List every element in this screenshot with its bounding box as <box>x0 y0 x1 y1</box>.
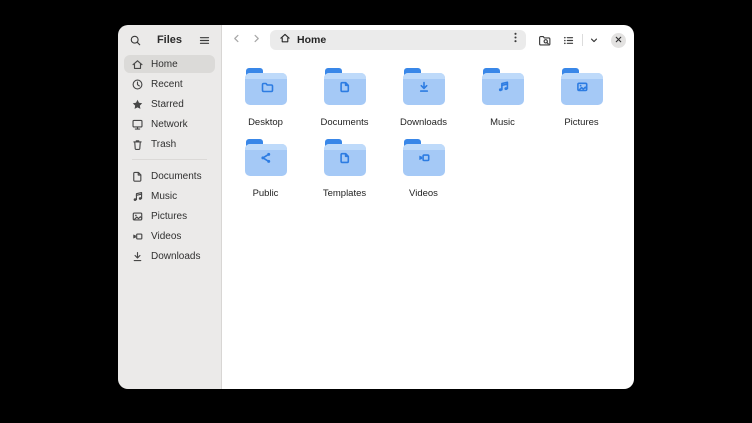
sidebar-item-pictures[interactable]: Pictures <box>124 207 215 225</box>
folder-icon <box>561 68 603 111</box>
sidebar-item-recent[interactable]: Recent <box>124 75 215 93</box>
folder-label: Desktop <box>248 117 283 128</box>
search-button[interactable] <box>125 30 145 50</box>
path-location: Home <box>279 31 501 49</box>
sidebar-item-downloads[interactable]: Downloads <box>124 247 215 265</box>
kebab-menu-icon <box>509 31 522 49</box>
window-title: Files <box>145 34 194 46</box>
sidebar-item-label: Trash <box>151 139 176 150</box>
folder-search-icon <box>538 34 551 47</box>
folder-item-desktop[interactable]: Desktop <box>226 68 305 139</box>
sidebar-item-label: Starred <box>151 99 184 110</box>
header-actions <box>534 30 626 50</box>
sidebar-item-documents[interactable]: Documents <box>124 167 215 185</box>
folder-item-music[interactable]: Music <box>463 68 542 139</box>
view-options-button[interactable] <box>587 30 601 50</box>
sidebar-item-label: Documents <box>151 171 202 182</box>
path-menu-button[interactable] <box>507 32 523 48</box>
chevron-right-icon <box>251 31 262 49</box>
sidebar-item-label: Videos <box>151 231 181 242</box>
sidebar-headerbar: Files <box>118 25 221 55</box>
view-list-button[interactable] <box>558 30 578 50</box>
folder-icon <box>245 68 287 111</box>
folder-label: Downloads <box>400 117 447 128</box>
home-icon <box>279 31 291 49</box>
sidebar-list: Home Recent Starred Network Trash Documents Mu… <box>118 55 221 267</box>
chevron-left-icon <box>231 31 242 49</box>
sidebar-item-network[interactable]: Network <box>124 115 215 133</box>
folder-item-documents[interactable]: Documents <box>305 68 384 139</box>
sidebar-item-starred[interactable]: Starred <box>124 95 215 113</box>
sidebar-item-label: Downloads <box>151 251 200 262</box>
download-icon <box>131 250 144 263</box>
chevron-down-icon <box>589 35 599 45</box>
main-menu-button[interactable] <box>194 30 214 50</box>
clock-icon <box>131 78 144 91</box>
folder-item-pictures[interactable]: Pictures <box>542 68 621 139</box>
folder-icon <box>482 68 524 111</box>
folder-label: Public <box>253 188 279 199</box>
sidebar-item-label: Pictures <box>151 211 187 222</box>
folder-item-downloads[interactable]: Downloads <box>384 68 463 139</box>
folder-icon <box>324 139 366 182</box>
close-button[interactable] <box>611 33 626 48</box>
folder-icon <box>403 139 445 182</box>
music-icon <box>131 190 144 203</box>
network-icon <box>131 118 144 131</box>
sidebar-item-label: Recent <box>151 79 183 90</box>
sidebar-item-music[interactable]: Music <box>124 187 215 205</box>
folder-icon <box>245 139 287 182</box>
home-icon <box>131 58 144 71</box>
main-pane: Home <box>222 25 634 389</box>
picture-icon <box>131 210 144 223</box>
trash-icon <box>131 138 144 151</box>
close-icon <box>614 31 623 49</box>
folder-label: Templates <box>323 188 366 199</box>
folder-label: Music <box>490 117 515 128</box>
search-folder-button[interactable] <box>534 30 554 50</box>
folder-item-public[interactable]: Public <box>226 139 305 210</box>
divider <box>582 34 583 46</box>
sidebar-item-label: Music <box>151 191 177 202</box>
sidebar-item-label: Network <box>151 119 188 130</box>
path-bar[interactable]: Home <box>270 30 526 50</box>
main-headerbar: Home <box>222 25 634 55</box>
document-icon <box>131 170 144 183</box>
desktop-background: Files Home Recent Starred Network Trash Docum… <box>0 0 752 423</box>
sidebar-item-trash[interactable]: Trash <box>124 135 215 153</box>
folder-label: Pictures <box>564 117 598 128</box>
folder-label: Documents <box>320 117 368 128</box>
video-icon <box>131 230 144 243</box>
folder-item-videos[interactable]: Videos <box>384 139 463 210</box>
folder-label: Videos <box>409 188 438 199</box>
folder-icon <box>403 68 445 111</box>
sidebar: Files Home Recent Starred Network Trash Docum… <box>118 25 222 389</box>
search-icon <box>129 34 142 47</box>
view-list-icon <box>562 34 575 47</box>
folder-icon <box>324 68 366 111</box>
folder-grid: Desktop Documents Downloads Music Pictur… <box>222 55 634 210</box>
path-location-label: Home <box>297 34 326 46</box>
sidebar-item-label: Home <box>151 59 178 70</box>
files-window: Files Home Recent Starred Network Trash Docum… <box>118 25 634 389</box>
sidebar-item-home[interactable]: Home <box>124 55 215 73</box>
hamburger-menu-icon <box>198 34 211 47</box>
sidebar-separator <box>132 159 207 160</box>
forward-button[interactable] <box>247 31 265 49</box>
sidebar-item-videos[interactable]: Videos <box>124 227 215 245</box>
star-icon <box>131 98 144 111</box>
back-button[interactable] <box>227 31 245 49</box>
folder-item-templates[interactable]: Templates <box>305 139 384 210</box>
